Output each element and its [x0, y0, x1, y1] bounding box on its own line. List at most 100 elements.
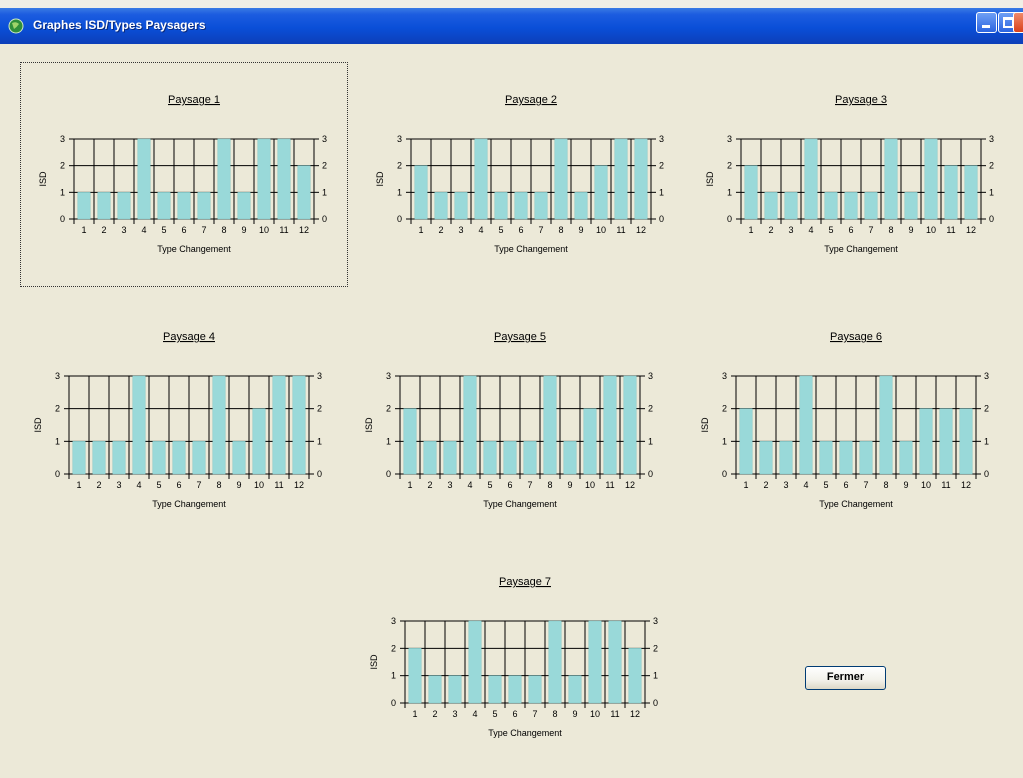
bar — [177, 192, 191, 220]
bar — [523, 441, 537, 475]
chart-title: Paysage 1 — [168, 94, 220, 106]
y-tick-label: 3 — [60, 134, 65, 144]
x-tick-label: 8 — [558, 225, 563, 235]
bar — [944, 165, 958, 220]
x-tick-label: 8 — [221, 225, 226, 235]
bar — [884, 138, 898, 220]
x-tick-label: 2 — [432, 709, 437, 719]
chart-title: Paysage 6 — [830, 331, 882, 343]
bar — [152, 441, 166, 475]
y-tick-label: 1 — [391, 671, 396, 681]
x-tick-label: 1 — [743, 480, 748, 490]
y-tick-label-right: 2 — [322, 161, 327, 171]
y-tick-label-right: 0 — [317, 469, 322, 479]
y-tick-label-right: 0 — [659, 214, 664, 224]
bar — [454, 192, 468, 220]
chart-title: Paysage 7 — [499, 576, 551, 588]
x-tick-label: 6 — [181, 225, 186, 235]
bar — [494, 192, 508, 220]
bar — [554, 138, 568, 220]
x-tick-label: 9 — [236, 480, 241, 490]
bar — [434, 192, 448, 220]
bar — [132, 375, 146, 475]
bar — [824, 192, 838, 220]
y-tick-label: 0 — [391, 698, 396, 708]
y-tick-label-right: 3 — [984, 371, 989, 381]
x-tick-label: 12 — [299, 225, 309, 235]
bar — [137, 138, 151, 220]
y-axis-label: ISD — [375, 171, 385, 187]
x-tick-label: 4 — [478, 225, 483, 235]
x-tick-label: 4 — [467, 480, 472, 490]
y-tick-label: 2 — [386, 404, 391, 414]
y-tick-label: 0 — [727, 214, 732, 224]
fermer-button[interactable]: Fermer — [805, 666, 886, 690]
chart-2: Paysage 20 01 12 23 31 2 3 4 5 6 7 8 9 10 11 12Type Cha… — [375, 94, 664, 254]
x-tick-label: 4 — [136, 480, 141, 490]
bar — [859, 441, 873, 475]
chart-5: Paysage 50 01 12 23 31 2 3 4 5 6 7 8 9 10 11 12Type Cha… — [364, 331, 653, 509]
x-tick-label: 7 — [863, 480, 868, 490]
y-tick-label-right: 3 — [653, 616, 658, 626]
y-tick-label-right: 1 — [317, 436, 322, 446]
chart-4: Paysage 40 01 12 23 31 2 3 4 5 6 7 8 9 10 11 12Type Cha… — [33, 331, 322, 509]
x-tick-label: 4 — [803, 480, 808, 490]
bar — [423, 441, 437, 475]
y-tick-label: 3 — [727, 134, 732, 144]
bar — [628, 648, 642, 704]
x-tick-label: 5 — [498, 225, 503, 235]
y-tick-label: 0 — [386, 469, 391, 479]
bar — [197, 192, 211, 220]
x-tick-label: 1 — [76, 480, 81, 490]
x-tick-label: 9 — [908, 225, 913, 235]
bar — [92, 441, 106, 475]
x-tick-label: 11 — [274, 480, 283, 490]
x-tick-label: 9 — [241, 225, 246, 235]
chart-1: Paysage 10 01 12 23 31 2 3 4 5 6 7 8 9 10 11 12Type Cha… — [38, 94, 327, 254]
x-tick-label: 6 — [843, 480, 848, 490]
y-tick-label: 0 — [722, 469, 727, 479]
y-tick-label: 2 — [55, 404, 60, 414]
x-axis-label: Type Changement — [483, 499, 557, 509]
y-tick-label: 2 — [397, 161, 402, 171]
x-tick-label: 11 — [946, 225, 955, 235]
bar — [919, 408, 933, 475]
x-tick-label: 1 — [412, 709, 417, 719]
x-tick-label: 3 — [458, 225, 463, 235]
y-tick-label: 0 — [60, 214, 65, 224]
bar — [588, 620, 602, 704]
x-axis-label: Type Changement — [152, 499, 226, 509]
bar — [534, 192, 548, 220]
bar — [583, 408, 597, 475]
x-tick-label: 2 — [763, 480, 768, 490]
x-tick-label: 6 — [848, 225, 853, 235]
x-tick-label: 2 — [96, 480, 101, 490]
bar — [237, 192, 251, 220]
x-tick-label: 8 — [883, 480, 888, 490]
y-tick-label: 1 — [60, 187, 65, 197]
x-axis-label: Type Changement — [824, 244, 898, 254]
bar — [257, 138, 271, 220]
bar — [514, 192, 528, 220]
x-tick-label: 1 — [748, 225, 753, 235]
bar — [548, 620, 562, 704]
y-tick-label-right: 0 — [648, 469, 653, 479]
y-tick-label: 0 — [397, 214, 402, 224]
bar — [563, 441, 577, 475]
y-tick-label: 0 — [55, 469, 60, 479]
bar — [212, 375, 226, 475]
bar — [272, 375, 286, 475]
bar — [839, 441, 853, 475]
y-tick-label-right: 1 — [648, 436, 653, 446]
bar — [232, 441, 246, 475]
y-tick-label: 3 — [391, 616, 396, 626]
x-tick-label: 11 — [941, 480, 950, 490]
bar — [414, 165, 428, 220]
x-tick-label: 3 — [447, 480, 452, 490]
x-tick-label: 3 — [783, 480, 788, 490]
y-axis-label: ISD — [705, 171, 715, 187]
x-tick-label: 6 — [518, 225, 523, 235]
x-tick-label: 8 — [547, 480, 552, 490]
y-tick-label-right: 0 — [653, 698, 658, 708]
x-tick-label: 11 — [279, 225, 288, 235]
